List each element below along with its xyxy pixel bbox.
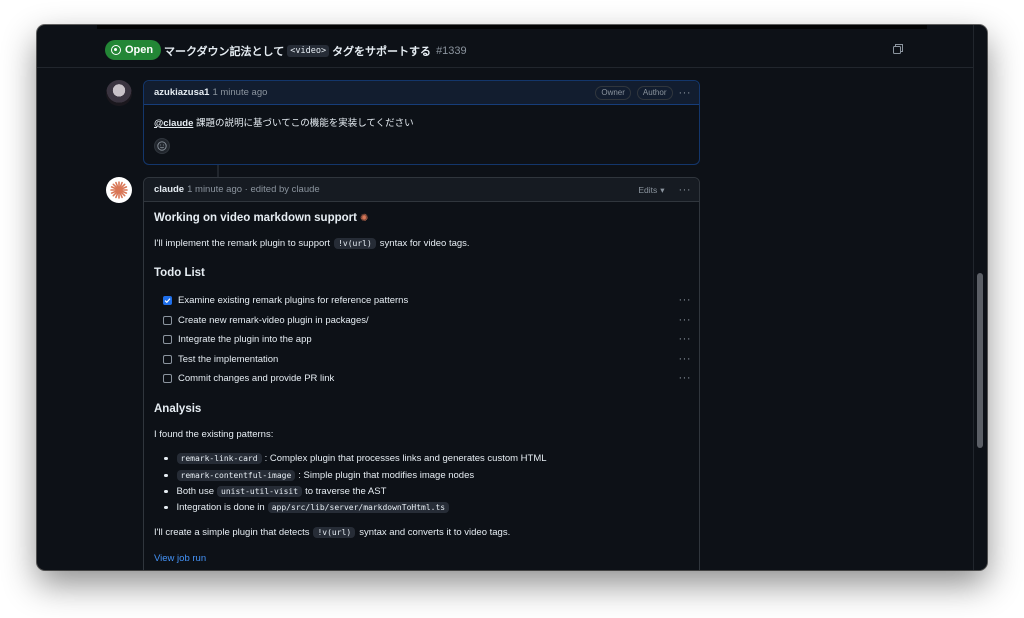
checkbox[interactable]	[163, 334, 172, 344]
todo-label: Test the implementation	[178, 353, 279, 365]
bullet-text: Integration is done in	[176, 502, 265, 513]
bullet-text: Both use	[176, 486, 215, 497]
intro-text-2: syntax for video tags.	[379, 238, 470, 249]
bullet-code: remark-contentful-image	[176, 470, 296, 481]
todo-label: Create new remark-video plugin in packag…	[178, 314, 369, 326]
comment-header: claude 1 minute ago · edited by claude E…	[144, 178, 699, 202]
todo-item: Integrate the plugin into the app ···	[154, 332, 691, 346]
closing-text: I'll create a simple plugin that detects	[154, 527, 310, 538]
todo-label: Examine existing remark plugins for refe…	[178, 294, 409, 306]
avatar[interactable]	[106, 80, 132, 106]
mention-link[interactable]: @claude	[154, 118, 193, 129]
check-icon	[164, 297, 171, 303]
owner-badge: Owner	[595, 86, 631, 100]
comment-azukiazusa1: azukiazusa1 1 minute ago Owner Author ··…	[143, 80, 700, 165]
checkbox[interactable]	[163, 354, 172, 364]
bullet-code: app/src/lib/server/markdownToHtml.ts	[267, 502, 450, 513]
kebab-menu-icon[interactable]: ···	[679, 185, 692, 196]
intro-text: I'll implement the remark plugin to supp…	[154, 238, 331, 249]
comment-body: Working on video markdown support ✺ I'll…	[144, 202, 699, 570]
comment-body: @claude 課題の説明に基づいてこの機能を実装してください	[144, 105, 699, 164]
pr-number: #1339	[436, 45, 467, 57]
checkbox[interactable]	[163, 373, 172, 383]
kebab-menu-icon[interactable]: ···	[679, 88, 692, 99]
kebab-menu-icon[interactable]: ···	[679, 373, 692, 384]
list-item: remark-contentful-image : Simple plugin …	[164, 470, 474, 481]
bullet-text-2: to traverse the AST	[305, 486, 387, 497]
comment-time[interactable]: 1 minute ago	[212, 87, 267, 98]
checkbox-checked[interactable]	[163, 295, 172, 305]
kebab-menu-icon[interactable]: ···	[679, 315, 692, 326]
pr-title: マークダウン記法として <video> タグをサポートする #1339	[164, 43, 467, 59]
todo-label: Integrate the plugin into the app	[178, 333, 312, 345]
status-badge: Open	[105, 40, 162, 60]
comment-text: 課題の説明に基づいてこの機能を実装してください	[196, 118, 414, 129]
analysis-intro: I found the existing patterns:	[154, 429, 274, 440]
pr-title-text: マークダウン記法として	[164, 46, 285, 58]
bullet-code: remark-link-card	[176, 453, 262, 464]
pr-title-code: <video>	[287, 45, 330, 57]
comment-author[interactable]: azukiazusa1	[154, 87, 209, 98]
kebab-menu-icon[interactable]: ···	[679, 295, 692, 306]
analysis-heading: Analysis	[154, 403, 202, 415]
status-label: Open	[125, 44, 154, 56]
edits-label: Edits	[638, 185, 658, 195]
smiley-icon	[157, 141, 167, 151]
pr-title-text-2: タグをサポートする	[332, 46, 432, 58]
bullet-text: : Simple plugin that modifies image node…	[298, 470, 475, 481]
pr-sticky-header: Open マークダウン記法として <video> タグをサポートする #1339	[37, 25, 973, 68]
closing-code: !v(url)	[313, 527, 356, 538]
kebab-menu-icon[interactable]: ···	[679, 354, 692, 365]
comment-header: azukiazusa1 1 minute ago Owner Author ··…	[144, 81, 699, 105]
intro-code: !v(url)	[334, 238, 376, 249]
kebab-menu-icon[interactable]: ···	[679, 334, 692, 345]
todo-label: Commit changes and provide PR link	[178, 372, 335, 384]
list-item: Integration is done in app/src/lib/serve…	[164, 502, 450, 513]
add-reaction-button[interactable]	[154, 138, 170, 154]
list-item: remark-link-card : Complex plugin that p…	[164, 453, 547, 464]
comment-claude: claude 1 minute ago · edited by claude E…	[143, 177, 700, 570]
list-item: Both use unist-util-visit to traverse th…	[164, 486, 386, 497]
checkbox[interactable]	[163, 315, 172, 325]
author-badge: Author	[636, 86, 673, 100]
comment-author[interactable]: claude	[154, 184, 184, 195]
closing-text-2: syntax and converts it to video tags.	[359, 527, 511, 538]
scrollbar-thumb[interactable]	[977, 273, 983, 448]
comment-meta[interactable]: 1 minute ago · edited by claude	[187, 184, 320, 195]
sparkle-icon: ✺	[359, 212, 369, 224]
heading-row: Working on video markdown support ✺	[154, 212, 368, 224]
avatar-claude[interactable]	[106, 177, 132, 203]
claude-logo-icon	[110, 181, 128, 199]
intro-paragraph: I'll implement the remark plugin to supp…	[154, 238, 470, 249]
comment-heading: Working on video markdown support	[154, 212, 357, 224]
todo-heading: Todo List	[154, 267, 205, 279]
todo-item: Create new remark-video plugin in packag…	[154, 313, 691, 327]
bullet-text: : Complex plugin that processes links an…	[264, 453, 547, 464]
browser-window: Open マークダウン記法として <video> タグをサポートする #1339…	[37, 25, 987, 570]
open-circle-icon	[111, 45, 121, 55]
edits-dropdown[interactable]: Edits ▾	[638, 185, 664, 196]
copy-icon[interactable]	[893, 44, 903, 54]
bullet-code: unist-util-visit	[217, 486, 303, 497]
scrollbar[interactable]	[973, 25, 987, 570]
todo-item: Test the implementation ···	[154, 352, 691, 366]
view-job-run-link[interactable]: View job run	[154, 553, 206, 564]
todo-item: Examine existing remark plugins for refe…	[154, 293, 691, 307]
closing-paragraph: I'll create a simple plugin that detects…	[154, 527, 510, 538]
todo-item: Commit changes and provide PR link ···	[154, 371, 691, 385]
caret-down-icon: ▾	[660, 184, 665, 195]
